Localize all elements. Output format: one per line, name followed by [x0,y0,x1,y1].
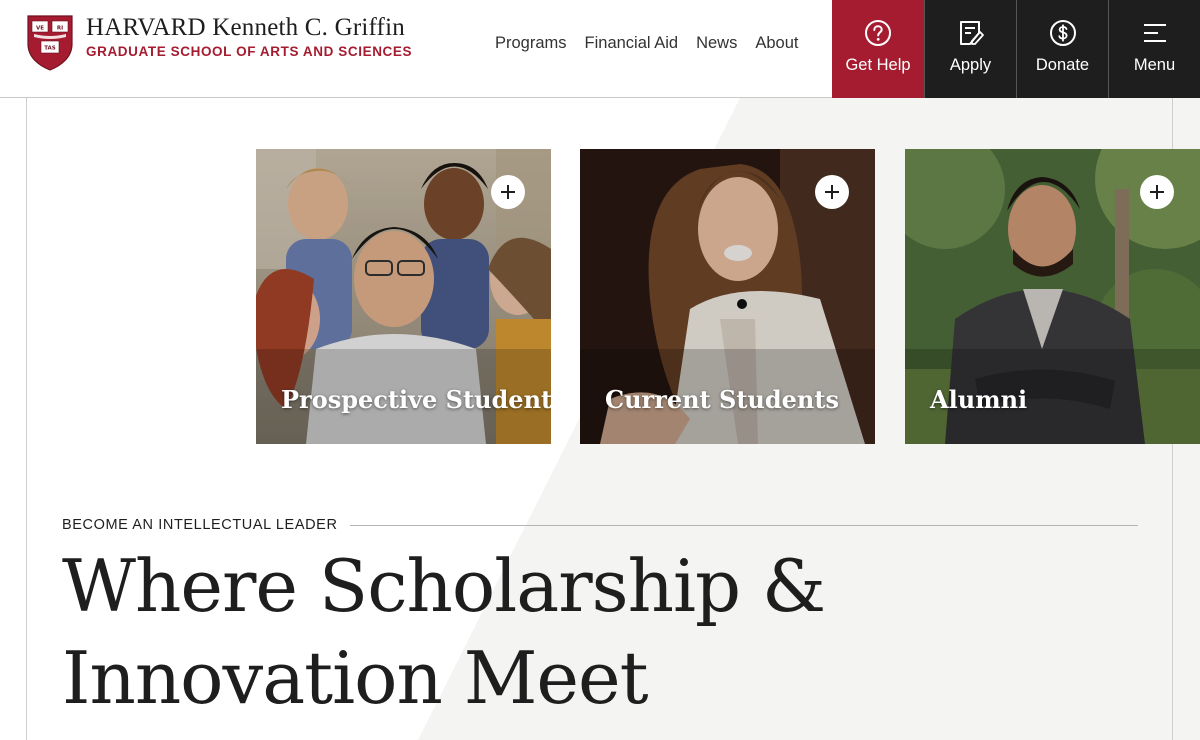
card-label: Prospective Students [281,385,551,414]
card-label: Alumni [930,385,1028,414]
card-prospective-students[interactable]: Prospective Students [256,149,551,444]
logo-wordmark: HARVARD Kenneth C. Griffin [86,14,405,41]
apply-label: Apply [949,56,992,74]
hamburger-menu-icon [1143,24,1166,42]
hero-title: Where Scholarship & Innovation Meet [62,540,962,724]
dollar-circle-icon [1049,20,1076,46]
header-actions: Get Help Apply Donate Menu [832,0,1200,98]
logo-subtitle: GRADUATE SCHOOL OF ARTS AND SCIENCES [86,44,413,59]
get-help-label: Get Help [845,56,911,74]
apply-button[interactable]: Apply [924,0,1016,98]
expand-button[interactable] [815,175,849,209]
eyebrow-divider [349,524,1138,526]
card-label: Current Students [605,385,839,414]
hero-title-line-2: Innovation Meet [62,636,649,720]
question-circle-icon [865,20,891,46]
expand-button[interactable] [1140,175,1174,209]
expand-button[interactable] [491,175,525,209]
plus-icon [1150,185,1164,199]
harvard-shield-logo: VE RI TAS [27,15,73,71]
eyebrow-row: BECOME AN INTELLECTUAL LEADER [62,517,1138,533]
site-header: VE RI TAS HARVARD Kenneth C. Griffin GRA… [0,0,1200,98]
nav-link-financial-aid[interactable]: Financial Aid [585,34,679,53]
card-alumni[interactable]: Alumni [905,149,1200,444]
nav-link-programs[interactable]: Programs [495,34,567,53]
svg-text:TAS: TAS [44,46,56,52]
document-pen-icon [959,21,984,45]
plus-icon [501,185,515,199]
nav-link-about[interactable]: About [755,34,798,53]
menu-button[interactable]: Menu [1108,0,1200,98]
hero-title-line-1: Where Scholarship & [62,544,826,628]
svg-text:RI: RI [57,26,63,32]
site-logo-link[interactable]: VE RI TAS HARVARD Kenneth C. Griffin GRA… [26,14,412,72]
donate-label: Donate [1035,56,1090,74]
card-current-students[interactable]: Current Students [580,149,875,444]
eyebrow-text: BECOME AN INTELLECTUAL LEADER [62,517,338,533]
get-help-button[interactable]: Get Help [832,0,924,98]
menu-label: Menu [1133,56,1176,74]
primary-nav: Programs Financial Aid News About [486,34,807,53]
plus-icon [825,185,839,199]
donate-button[interactable]: Donate [1016,0,1108,98]
nav-link-news[interactable]: News [696,34,737,53]
svg-text:VE: VE [36,26,44,32]
